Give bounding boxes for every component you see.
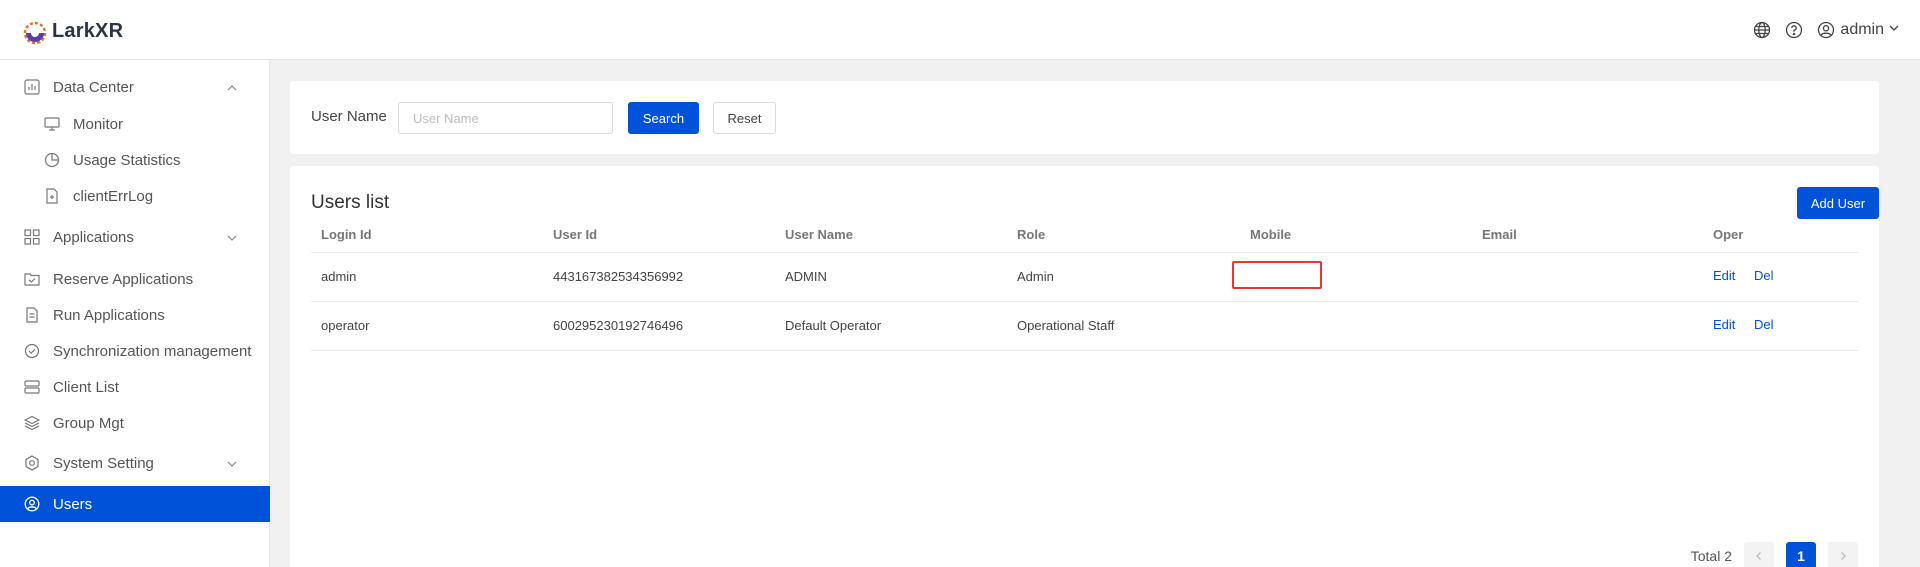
cell-user-id: 600295230192746496: [553, 318, 684, 333]
chevron-down-icon: [1888, 21, 1900, 39]
sidebar-item-synchronization-management[interactable]: Synchronization management: [0, 333, 270, 369]
prev-page-button[interactable]: [1744, 542, 1774, 567]
help-icon[interactable]: [1784, 20, 1804, 40]
search-button[interactable]: Search: [628, 102, 699, 134]
sidebar-item-reserve-applications[interactable]: Reserve Applications: [0, 261, 270, 297]
folder-icon: [23, 270, 41, 288]
server-icon: [23, 378, 41, 396]
delete-link[interactable]: Del: [1754, 253, 1774, 301]
user-menu[interactable]: admin: [1816, 20, 1900, 40]
edit-link[interactable]: Edit: [1713, 302, 1735, 350]
check-circle-icon: [23, 342, 41, 360]
cell-login-id: admin: [321, 269, 357, 284]
user-name-search-input[interactable]: [398, 102, 613, 134]
globe-icon[interactable]: [1752, 20, 1772, 40]
user-name: admin: [1840, 21, 1884, 38]
users-panel: Users list Add User Login Id User Id Use…: [290, 166, 1879, 567]
cell-role: Admin: [1017, 269, 1054, 284]
sidebar-item-label: Synchronization management: [53, 342, 252, 360]
sidebar-item-applications[interactable]: Applications: [0, 219, 270, 255]
page-title: Users list: [311, 192, 390, 213]
cell-user-name: Default Operator: [785, 318, 882, 333]
next-page-button[interactable]: [1828, 542, 1858, 567]
chevron-up-icon: [226, 81, 238, 93]
chevron-down-icon: [226, 457, 238, 469]
edit-link[interactable]: Edit: [1713, 253, 1735, 301]
sidebar-item-users[interactable]: Users: [0, 486, 270, 522]
sidebar-item-client-list[interactable]: Client List: [0, 369, 270, 405]
brand-name: LarkXR: [52, 19, 124, 42]
column-header-role: Role: [1017, 227, 1046, 242]
layers-icon: [23, 414, 41, 432]
sidebar-item-label: Group Mgt: [53, 414, 124, 432]
page-number-button[interactable]: 1: [1786, 542, 1816, 567]
file-icon: [43, 187, 61, 205]
sidebar: Data Center Monitor Usage Statistics cli…: [0, 60, 270, 567]
chart-panel-icon: [23, 78, 41, 96]
total-count: Total 2: [1690, 548, 1732, 564]
sidebar-item-label: Client List: [53, 378, 119, 396]
sidebar-item-usage-statistics[interactable]: Usage Statistics: [0, 142, 270, 178]
sidebar-item-label: System Setting: [53, 454, 154, 472]
document-icon: [23, 306, 41, 324]
sidebar-item-monitor[interactable]: Monitor: [0, 106, 270, 142]
sidebar-item-label: Run Applications: [53, 306, 165, 324]
column-header-email: Email: [1482, 227, 1517, 242]
user-circle-icon: [1816, 20, 1836, 40]
chevron-down-icon: [226, 231, 238, 243]
reset-button[interactable]: Reset: [713, 102, 776, 134]
search-panel: User Name Search Reset: [290, 81, 1879, 154]
column-header-login-id: Login Id: [321, 227, 372, 242]
cell-user-id: 443167382534356992: [553, 269, 684, 284]
sidebar-item-label: Reserve Applications: [53, 270, 194, 288]
sidebar-item-label: Applications: [53, 228, 134, 246]
cell-login-id: operator: [321, 318, 370, 333]
table-row: admin 443167382534356992 ADMIN Admin Edi…: [311, 252, 1858, 301]
chevron-right-icon: [1841, 552, 1846, 560]
grid-icon: [23, 228, 41, 246]
logo-mark-icon: [20, 16, 50, 46]
sidebar-item-label: clientErrLog: [73, 187, 154, 205]
sidebar-item-label: Data Center: [53, 78, 134, 96]
search-label: User Name: [311, 108, 387, 125]
column-header-oper: Oper: [1713, 227, 1744, 242]
column-header-user-name: User Name: [785, 227, 853, 242]
sidebar-item-run-applications[interactable]: Run Applications: [0, 297, 270, 333]
sidebar-item-client-err-log[interactable]: clientErrLog: [0, 178, 270, 214]
monitor-icon: [43, 115, 61, 133]
sidebar-item-group-mgt[interactable]: Group Mgt: [0, 405, 270, 441]
pagination: Total 2 1: [1691, 542, 1858, 567]
user-circle-icon: [23, 495, 41, 513]
sidebar-item-system-setting[interactable]: System Setting: [0, 445, 270, 481]
delete-link[interactable]: Del: [1754, 302, 1774, 350]
sidebar-item-label: Monitor: [73, 115, 124, 133]
settings-icon: [23, 454, 41, 472]
add-user-button[interactable]: Add User: [1797, 187, 1879, 219]
sidebar-item-label: Usage Statistics: [73, 151, 181, 169]
sidebar-item-label: Users: [53, 495, 93, 513]
brand-logo[interactable]: LarkXR: [20, 14, 123, 48]
column-header-mobile: Mobile: [1250, 227, 1292, 242]
highlight-box: [1232, 261, 1322, 289]
column-header-user-id: User Id: [553, 227, 598, 242]
pie-chart-icon: [43, 151, 61, 169]
cell-role: Operational Staff: [1017, 318, 1115, 333]
cell-user-name: ADMIN: [785, 269, 827, 284]
top-header: LarkXR admin: [0, 0, 1920, 60]
sidebar-item-data-center[interactable]: Data Center: [0, 69, 270, 105]
chevron-left-icon: [1756, 552, 1761, 560]
table-row: operator 600295230192746496 Default Oper…: [311, 301, 1858, 351]
